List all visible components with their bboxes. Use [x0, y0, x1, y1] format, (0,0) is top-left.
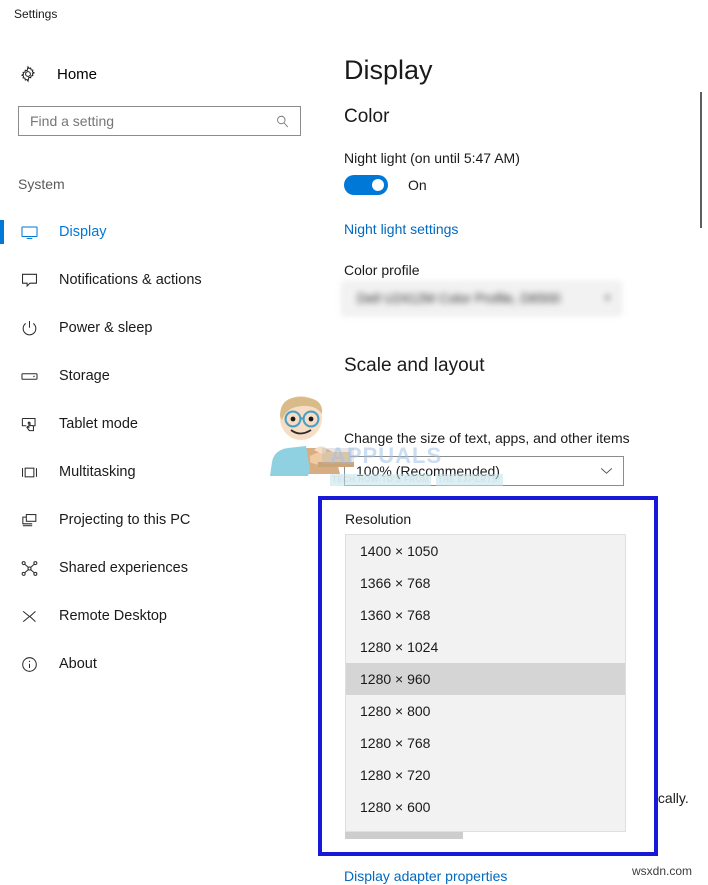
sidebar-item-label: Projecting to this PC [59, 512, 191, 528]
sidebar-item-multitasking[interactable]: Multitasking [0, 448, 320, 496]
sidebar-item-notifications-actions[interactable]: Notifications & actions [0, 256, 320, 304]
list-item[interactable]: 1280 × 720 [346, 759, 625, 791]
night-light-toggle-row: On [344, 175, 427, 195]
night-light-toggle[interactable] [344, 175, 388, 195]
list-item[interactable]: 1400 × 1050 [346, 535, 625, 567]
scale-value: 100% (Recommended) [356, 463, 500, 479]
sidebar-item-shared-experiences[interactable]: Shared experiences [0, 544, 320, 592]
settings-window: Settings Home Find a setting System Disp… [0, 0, 708, 885]
search-icon[interactable] [275, 114, 290, 129]
sidebar-item-tablet-mode[interactable]: Tablet mode [0, 400, 320, 448]
chevron-down-icon [600, 462, 613, 480]
color-section-heading: Color [344, 106, 390, 127]
sidebar-item-remote-desktop[interactable]: Remote Desktop [0, 592, 320, 640]
toggle-state-label: On [408, 177, 427, 193]
scale-description-label: Change the size of text, apps, and other… [344, 430, 630, 446]
sidebar-item-display[interactable]: Display [0, 208, 320, 256]
sidebar-item-label: About [59, 656, 97, 672]
search-placeholder: Find a setting [30, 113, 115, 129]
project-screen-icon [18, 509, 40, 531]
sidebar-item-home[interactable]: Home [0, 57, 310, 91]
sidebar-item-power-sleep[interactable]: Power & sleep [0, 304, 320, 352]
sidebar-group-label: System [18, 176, 65, 192]
remote-desktop-icon [18, 605, 40, 627]
page-title: Display [344, 55, 433, 85]
chevron-down-icon: ▾ [604, 293, 610, 304]
selection-accent-bar [0, 220, 4, 244]
multitasking-icon [18, 461, 40, 483]
drive-icon [18, 365, 40, 387]
window-titlebar: Settings [0, 0, 708, 30]
info-icon [18, 653, 40, 675]
sidebar-item-label: Multitasking [59, 464, 136, 480]
toggle-knob [372, 179, 384, 191]
sidebar-item-storage[interactable]: Storage [0, 352, 320, 400]
resolution-label: Resolution [345, 511, 412, 527]
list-item[interactable]: 1360 × 768 [346, 599, 625, 631]
night-light-settings-link[interactable]: Night light settings [344, 221, 458, 237]
sidebar-item-label: Power & sleep [59, 320, 153, 336]
tablet-touch-icon [18, 413, 40, 435]
speech-bubble-icon [18, 269, 40, 291]
sidebar-item-label: Remote Desktop [59, 608, 167, 624]
window-title: Settings [14, 7, 58, 21]
monitor-icon [18, 221, 40, 243]
home-label: Home [57, 65, 98, 83]
sidebar-item-label: Storage [59, 368, 110, 384]
dropdown-vertical-scrollbar[interactable] [700, 92, 702, 228]
color-profile-dropdown[interactable]: Dell U2412M Color Profile, D6500 ▾ [342, 282, 621, 315]
sidebar-item-projecting-to-this-pc[interactable]: Projecting to this PC [0, 496, 320, 544]
sidebar-item-label: Tablet mode [59, 416, 138, 432]
color-profile-label: Color profile [344, 262, 420, 278]
resolution-dropdown-list[interactable]: 1400 × 1050 1366 × 768 1360 × 768 1280 ×… [345, 534, 626, 832]
display-adapter-properties-link[interactable]: Display adapter properties [344, 868, 507, 884]
gear-icon [18, 64, 38, 84]
list-item[interactable]: 1280 × 600 [346, 791, 625, 823]
share-nodes-icon [18, 557, 40, 579]
list-item[interactable]: 1280 × 1024 [346, 631, 625, 663]
scale-section-heading: Scale and layout [344, 355, 485, 376]
power-icon [18, 317, 40, 339]
color-profile-value: Dell U2412M Color Profile, D6500 [357, 291, 561, 306]
sidebar: Home Find a setting System Display Notif… [0, 30, 330, 885]
sidebar-item-label: Notifications & actions [59, 272, 202, 288]
sidebar-item-label: Shared experiences [59, 560, 188, 576]
site-watermark: wsxdn.com [632, 864, 693, 878]
sidebar-nav-list: Display Notifications & actions Power & … [0, 208, 320, 688]
list-item[interactable]: 1280 × 800 [346, 695, 625, 727]
sidebar-item-about[interactable]: About [0, 640, 320, 688]
night-light-label: Night light (on until 5:47 AM) [344, 150, 520, 166]
scale-dropdown[interactable]: 100% (Recommended) [344, 456, 624, 486]
list-item[interactable]: 1280 × 768 [346, 727, 625, 759]
dropdown-horizontal-scrollbar-thumb[interactable] [345, 832, 463, 839]
list-item[interactable]: 1366 × 768 [346, 567, 625, 599]
sidebar-item-label: Display [59, 224, 107, 240]
list-item-selected[interactable]: 1280 × 960 [346, 663, 625, 695]
search-input[interactable]: Find a setting [18, 106, 301, 136]
